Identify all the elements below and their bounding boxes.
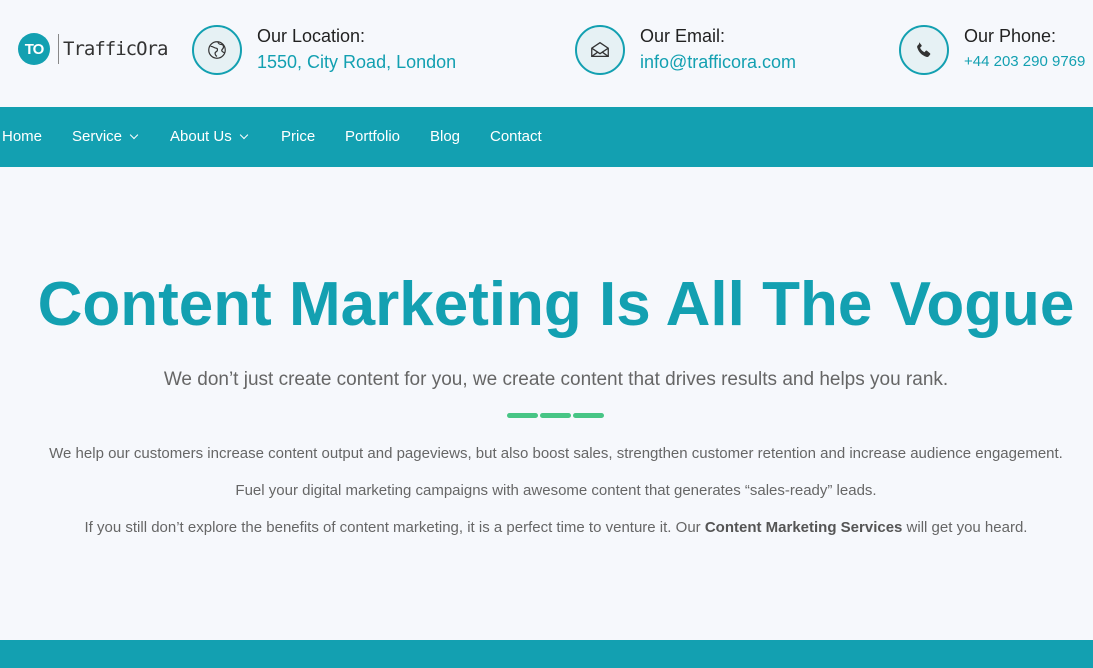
- envelope-icon: [575, 25, 625, 75]
- divider-segment: [507, 413, 538, 418]
- email-label: Our Email:: [640, 26, 726, 46]
- contact-location: Our Location: 1550, City Road, London: [192, 25, 456, 75]
- nav-about-us[interactable]: About Us: [170, 107, 248, 167]
- hero-subtitle: We don’t just create content for you, we…: [163, 369, 949, 390]
- email-link[interactable]: info@trafficora.com: [640, 48, 796, 76]
- hero-paragraph: Fuel your digital marketing campaigns wi…: [235, 482, 877, 499]
- paragraph-text: If you still don’t explore the benefits …: [84, 519, 705, 536]
- brand-logo[interactable]: TO TrafficOra: [18, 30, 168, 68]
- nav-home[interactable]: Home: [2, 107, 42, 167]
- phone-link[interactable]: +44 203 290 9769: [964, 48, 1085, 76]
- contact-email: Our Email: info@trafficora.com: [575, 25, 796, 75]
- globe-icon: [192, 25, 242, 75]
- contact-phone: Our Phone: +44 203 290 9769: [899, 25, 1085, 75]
- logo-separator: [58, 34, 59, 64]
- content-marketing-services-link: Content Marketing Services: [704, 519, 903, 536]
- nav-service[interactable]: Service: [72, 107, 139, 167]
- nav-about-us-label: About Us: [170, 128, 232, 145]
- chevron-down-icon: [239, 130, 248, 140]
- paragraph-text: will get you heard.: [902, 519, 1028, 536]
- main-navigation: Home Service About Us Price Portfolio Bl…: [0, 107, 1093, 167]
- nav-price[interactable]: Price: [281, 107, 315, 167]
- logo-mark-icon: TO: [18, 33, 50, 65]
- brand-name: TrafficOra: [63, 38, 168, 60]
- divider-segment: [573, 413, 604, 418]
- phone-label: Our Phone:: [964, 26, 1057, 46]
- divider-segment: [540, 413, 571, 418]
- hero-paragraph: We help our customers increase content o…: [49, 445, 1063, 462]
- footer-band: [0, 640, 1093, 668]
- hero-paragraph: If you still don’t explore the benefits …: [0, 517, 1093, 539]
- nav-service-label: Service: [72, 128, 123, 145]
- chevron-down-icon: [129, 130, 139, 140]
- nav-contact[interactable]: Contact: [490, 107, 542, 167]
- phone-icon: [899, 25, 949, 75]
- location-label: Our Location:: [257, 26, 366, 46]
- top-header: TO TrafficOra Our Location: 1550, City R…: [0, 0, 1093, 107]
- nav-blog[interactable]: Blog: [430, 107, 460, 167]
- hero-title: Content Marketing Is All The Vogue: [37, 270, 1075, 339]
- location-value: 1550, City Road, London: [257, 52, 457, 72]
- nav-portfolio[interactable]: Portfolio: [345, 107, 400, 167]
